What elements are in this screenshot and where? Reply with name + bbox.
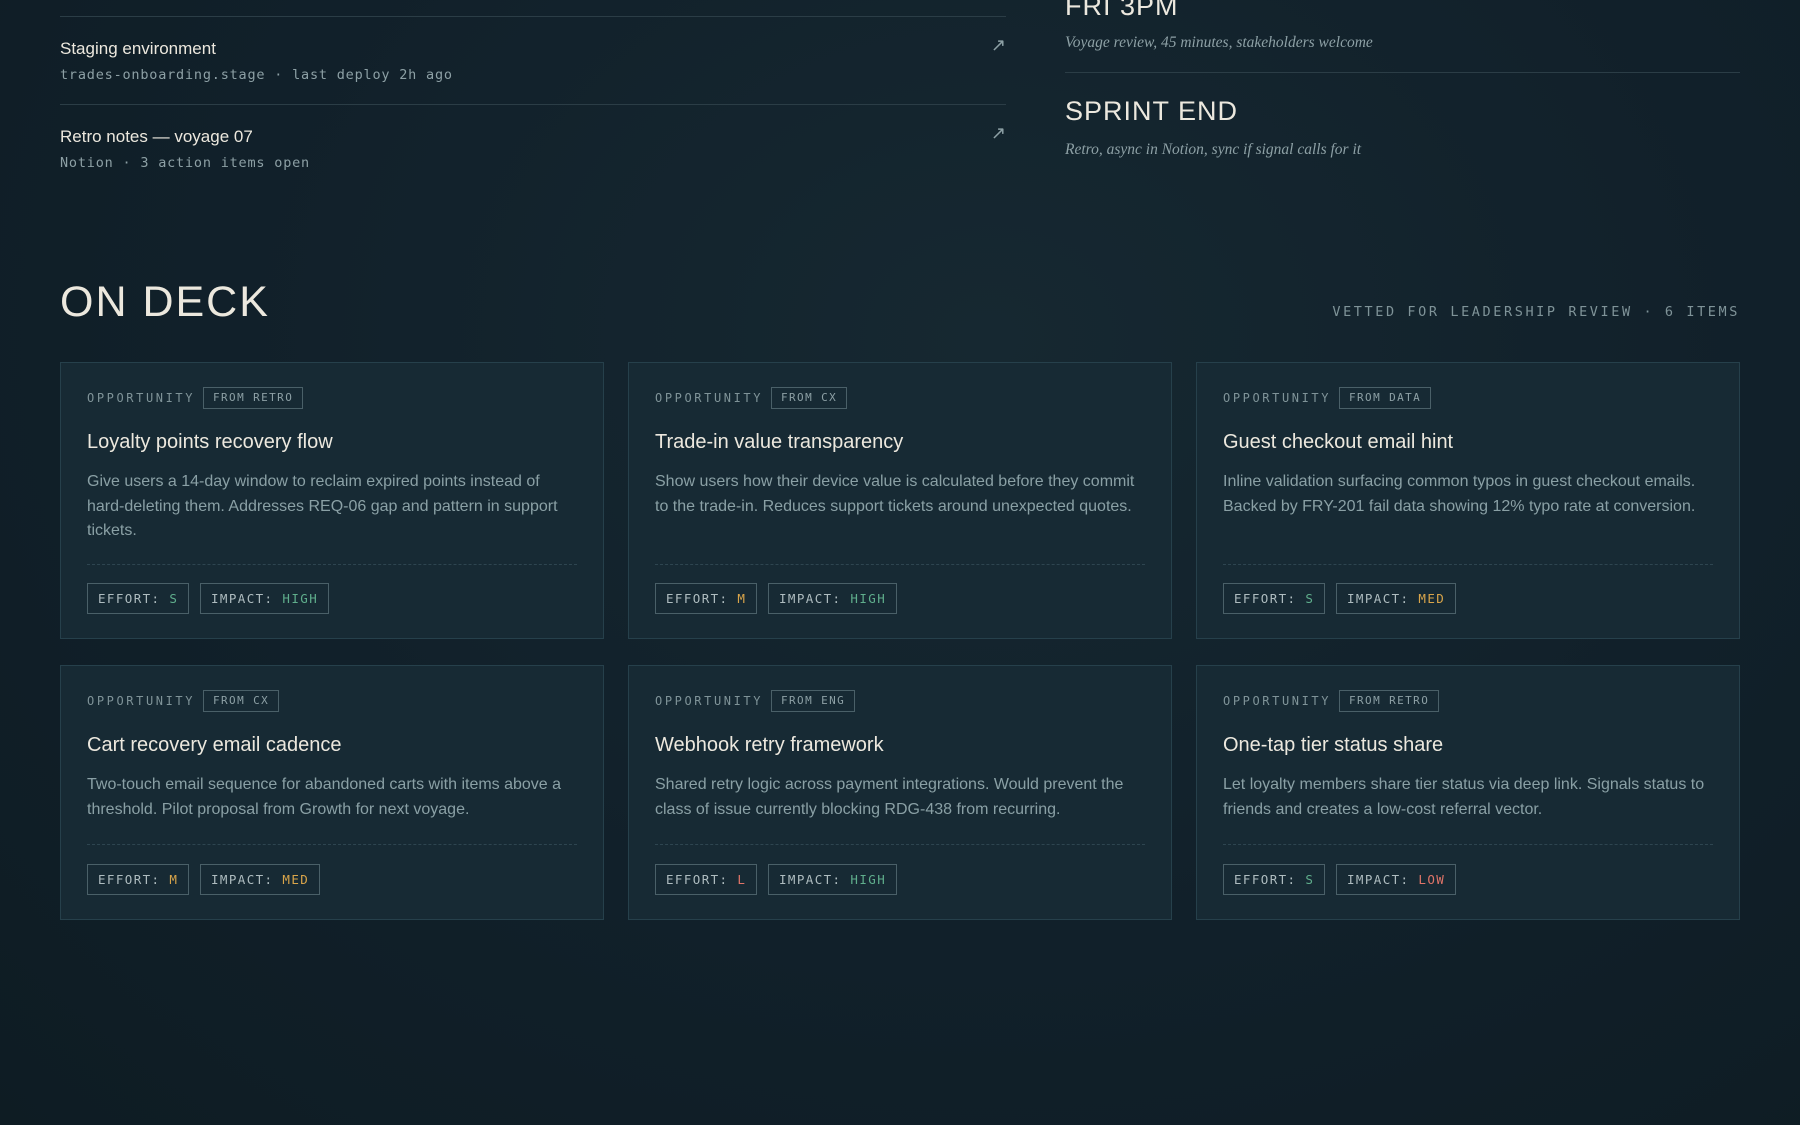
- schedule-heading: FRI 3PM: [1065, 0, 1179, 21]
- impact-value: HIGH: [850, 872, 887, 887]
- card-title: Loyalty points recovery flow: [87, 431, 333, 453]
- impact-value: MED: [282, 872, 310, 887]
- card-description: Shared retry logic across payment integr…: [655, 776, 1124, 818]
- card-kicker: OPPORTUNITY: [1223, 694, 1332, 708]
- impact-badge: IMPACT: HIGH: [200, 583, 330, 614]
- impact-badge: IMPACT: LOW: [1336, 864, 1457, 895]
- impact-label: IMPACT:: [779, 872, 842, 887]
- card-description: Give users a 14-day window to reclaim ex…: [87, 473, 558, 539]
- card-kicker: OPPORTUNITY: [655, 694, 764, 708]
- impact-badge: IMPACT: MED: [1336, 583, 1457, 614]
- link-meta: Notion · 3 action items open: [60, 155, 310, 171]
- effort-label: EFFORT:: [1234, 591, 1297, 606]
- card-kicker: OPPORTUNITY: [1223, 391, 1332, 405]
- card-description: Two-touch email sequence for abandoned c…: [87, 776, 562, 818]
- impact-badge: IMPACT: HIGH: [768, 864, 898, 895]
- card-description: Let loyalty members share tier status vi…: [1223, 776, 1705, 818]
- divider: [87, 564, 577, 565]
- link-meta: trades-onboarding.stage · last deploy 2h…: [60, 67, 453, 83]
- external-link-icon[interactable]: ↗: [991, 123, 1006, 144]
- opportunity-card[interactable]: OPPORTUNITY FROM CX Cart recovery email …: [60, 665, 604, 920]
- link-row-retro-notes[interactable]: Retro notes — voyage 07 Notion · 3 actio…: [60, 105, 1006, 193]
- divider: [1065, 72, 1740, 73]
- schedule-description: Voyage review, 45 minutes, stakeholders …: [1065, 34, 1373, 51]
- effort-value: S: [1305, 872, 1315, 887]
- effort-badge: EFFORT: S: [1223, 583, 1326, 614]
- impact-label: IMPACT:: [211, 872, 274, 887]
- effort-badge: EFFORT: S: [1223, 864, 1326, 895]
- impact-badge: IMPACT: HIGH: [768, 583, 898, 614]
- divider: [87, 844, 577, 845]
- opportunity-card[interactable]: OPPORTUNITY FROM RETRO Loyalty points re…: [60, 362, 604, 639]
- card-kicker: OPPORTUNITY: [655, 391, 764, 405]
- effort-value: M: [737, 591, 747, 606]
- source-badge: FROM CX: [771, 387, 848, 409]
- impact-label: IMPACT:: [779, 591, 842, 606]
- card-kicker: OPPORTUNITY: [87, 694, 196, 708]
- opportunity-card[interactable]: OPPORTUNITY FROM ENG Webhook retry frame…: [628, 665, 1172, 920]
- section-meta: VETTED FOR LEADERSHIP REVIEW · 6 ITEMS: [1332, 304, 1740, 320]
- external-link-icon[interactable]: ↗: [991, 35, 1006, 56]
- card-kicker: OPPORTUNITY: [87, 391, 196, 405]
- impact-label: IMPACT:: [1347, 591, 1410, 606]
- impact-value: MED: [1418, 591, 1446, 606]
- card-title: Trade-in value transparency: [655, 431, 904, 453]
- effort-badge: EFFORT: L: [655, 864, 758, 895]
- card-description: Show users how their device value is cal…: [655, 473, 1135, 515]
- card-title: Cart recovery email cadence: [87, 734, 342, 756]
- impact-value: LOW: [1418, 872, 1446, 887]
- schedule-heading: SPRINT END: [1065, 96, 1239, 126]
- effort-value: L: [737, 872, 747, 887]
- effort-label: EFFORT:: [1234, 872, 1297, 887]
- link-title: Retro notes — voyage 07: [60, 127, 253, 146]
- impact-value: HIGH: [850, 591, 887, 606]
- opportunity-card[interactable]: OPPORTUNITY FROM RETRO One-tap tier stat…: [1196, 665, 1740, 920]
- top-section: Staging environment trades-onboarding.st…: [60, 0, 1740, 200]
- effort-label: EFFORT:: [666, 591, 729, 606]
- effort-badge: EFFORT: S: [87, 583, 190, 614]
- divider: [655, 844, 1145, 845]
- divider: [1223, 844, 1713, 845]
- card-title: Webhook retry framework: [655, 734, 884, 756]
- effort-value: S: [169, 591, 179, 606]
- effort-label: EFFORT:: [98, 591, 161, 606]
- card-title: One-tap tier status share: [1223, 734, 1444, 756]
- source-badge: FROM DATA: [1339, 387, 1432, 409]
- link-row-staging[interactable]: Staging environment trades-onboarding.st…: [60, 17, 1006, 105]
- opportunity-card[interactable]: OPPORTUNITY FROM DATA Guest checkout ema…: [1196, 362, 1740, 639]
- effort-label: EFFORT:: [666, 872, 729, 887]
- source-badge: FROM CX: [203, 690, 280, 712]
- card-title: Guest checkout email hint: [1223, 431, 1454, 453]
- effort-value: S: [1305, 591, 1315, 606]
- impact-label: IMPACT:: [211, 591, 274, 606]
- divider: [655, 564, 1145, 565]
- effort-value: M: [169, 872, 179, 887]
- impact-badge: IMPACT: MED: [200, 864, 321, 895]
- effort-badge: EFFORT: M: [655, 583, 758, 614]
- source-badge: FROM RETRO: [203, 387, 304, 409]
- impact-value: HIGH: [282, 591, 319, 606]
- link-title: Staging environment: [60, 39, 216, 58]
- source-badge: FROM RETRO: [1339, 690, 1440, 712]
- source-badge: FROM ENG: [771, 690, 856, 712]
- schedule-description: Retro, async in Notion, sync if signal c…: [1065, 141, 1362, 158]
- opportunity-card[interactable]: OPPORTUNITY FROM CX Trade-in value trans…: [628, 362, 1172, 639]
- card-description: Inline validation surfacing common typos…: [1223, 473, 1696, 515]
- section-title: ON DECK: [60, 278, 270, 326]
- impact-label: IMPACT:: [1347, 872, 1410, 887]
- divider: [1223, 564, 1713, 565]
- effort-label: EFFORT:: [98, 872, 161, 887]
- effort-badge: EFFORT: M: [87, 864, 190, 895]
